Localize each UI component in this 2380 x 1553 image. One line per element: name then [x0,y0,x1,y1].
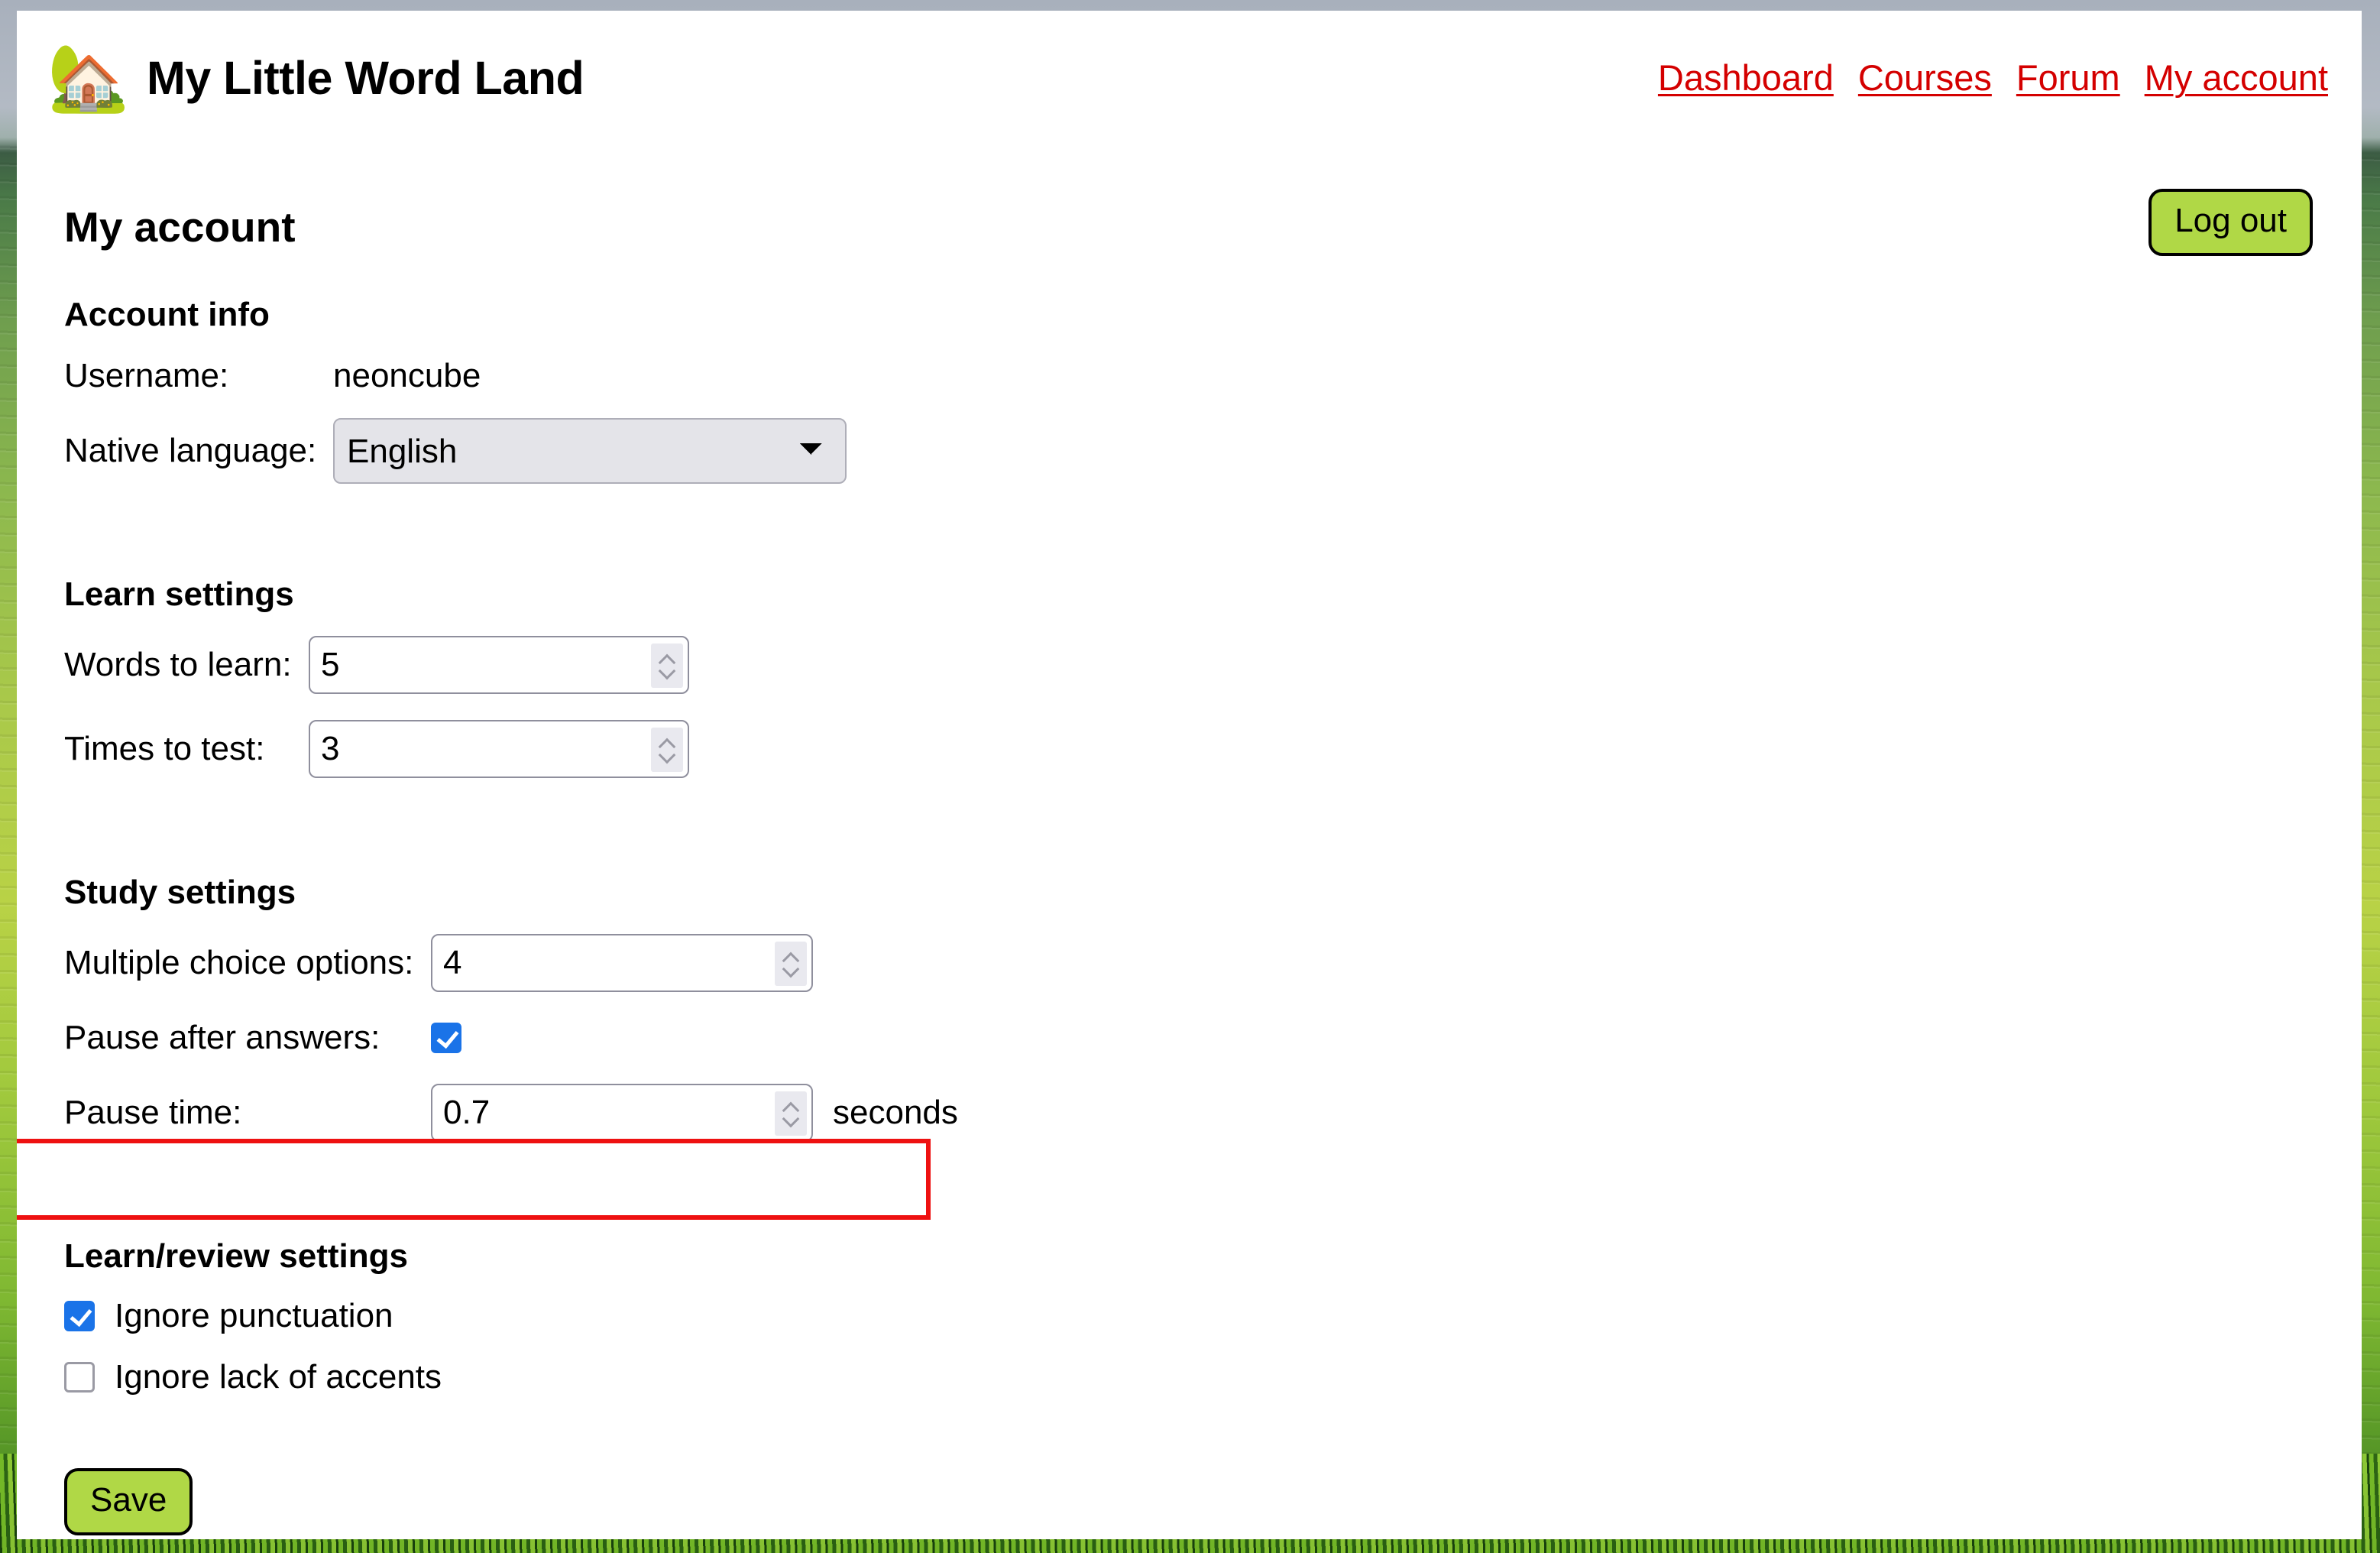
pause-time-unit: seconds [833,1094,958,1131]
chevron-down-icon[interactable] [783,1115,798,1123]
site-header: 🏡 My Little Word Land Dashboard Courses … [17,11,2362,144]
times-to-test-stepper[interactable] [309,720,689,778]
nav-my-account[interactable]: My account [2145,57,2328,99]
pause-after-answers-label: Pause after answers: [64,1019,380,1056]
words-to-learn-label: Words to learn: [64,646,292,683]
site-title: My Little Word Land [147,51,584,104]
multiple-choice-options-stepper[interactable] [431,934,813,992]
multiple-choice-options-input[interactable] [432,935,811,990]
nav-dashboard[interactable]: Dashboard [1658,57,1834,99]
username-label: Username: [64,357,229,394]
chevron-down-icon[interactable] [659,751,675,760]
pause-time-row: Pause time: seconds [64,1080,2328,1146]
times-to-test-input[interactable] [310,721,688,776]
ignore-accents-label: Ignore lack of accents [115,1358,442,1396]
house-with-tree-icon: 🏡 [47,41,130,115]
username-value: neoncube [333,357,481,394]
native-language-label: Native language: [64,432,317,469]
native-language-select[interactable]: English [333,418,847,484]
pause-time-input[interactable] [432,1085,811,1140]
multiple-choice-options-spinner[interactable] [775,942,807,986]
chevron-down-icon[interactable] [659,667,675,676]
chevron-down-icon[interactable] [783,965,798,974]
main-navigation: Dashboard Courses Forum My account [1658,57,2328,99]
words-to-learn-stepper[interactable] [309,636,689,694]
pause-time-stepper[interactable] [431,1084,813,1142]
ignore-accents-row: Ignore lack of accents [64,1357,2328,1398]
brand[interactable]: 🏡 My Little Word Land [47,38,584,118]
page-title: My account [64,203,296,251]
native-language-row: Native language: English [64,418,2328,484]
ignore-punctuation-row: Ignore punctuation [64,1295,2328,1337]
logout-button[interactable]: Log out [2148,189,2313,256]
nav-courses[interactable]: Courses [1858,57,1992,99]
nav-forum[interactable]: Forum [2016,57,2120,99]
words-to-learn-row: Words to learn: [64,632,2328,698]
pause-time-highlight-box [17,1139,931,1220]
multiple-choice-options-row: Multiple choice options: [64,930,2328,996]
times-to-test-spinner[interactable] [651,728,683,772]
page-content: 🏡 My Little Word Land Dashboard Courses … [17,11,2362,1539]
words-to-learn-spinner[interactable] [651,644,683,688]
pause-after-answers-row: Pause after answers: [64,1014,2328,1062]
ignore-punctuation-checkbox[interactable] [64,1301,95,1331]
times-to-test-row: Times to test: [64,716,2328,782]
multiple-choice-options-label: Multiple choice options: [64,944,414,981]
pause-time-spinner[interactable] [775,1091,807,1136]
username-row: Username: neoncube [64,352,2328,400]
main-content: My account Log out Account info Username… [17,144,2362,1535]
pause-after-answers-checkbox[interactable] [431,1023,461,1053]
ignore-punctuation-label: Ignore punctuation [115,1297,393,1334]
save-button[interactable]: Save [64,1468,193,1535]
words-to-learn-input[interactable] [310,637,688,692]
study-settings-heading: Study settings [64,874,296,911]
ignore-accents-checkbox[interactable] [64,1362,95,1393]
learn-review-settings-heading: Learn/review settings [64,1237,408,1275]
times-to-test-label: Times to test: [64,730,265,767]
learn-settings-heading: Learn settings [64,575,294,613]
account-info-heading: Account info [64,296,270,333]
pause-time-label: Pause time: [64,1094,242,1131]
page-title-row: My account Log out [64,144,2328,256]
